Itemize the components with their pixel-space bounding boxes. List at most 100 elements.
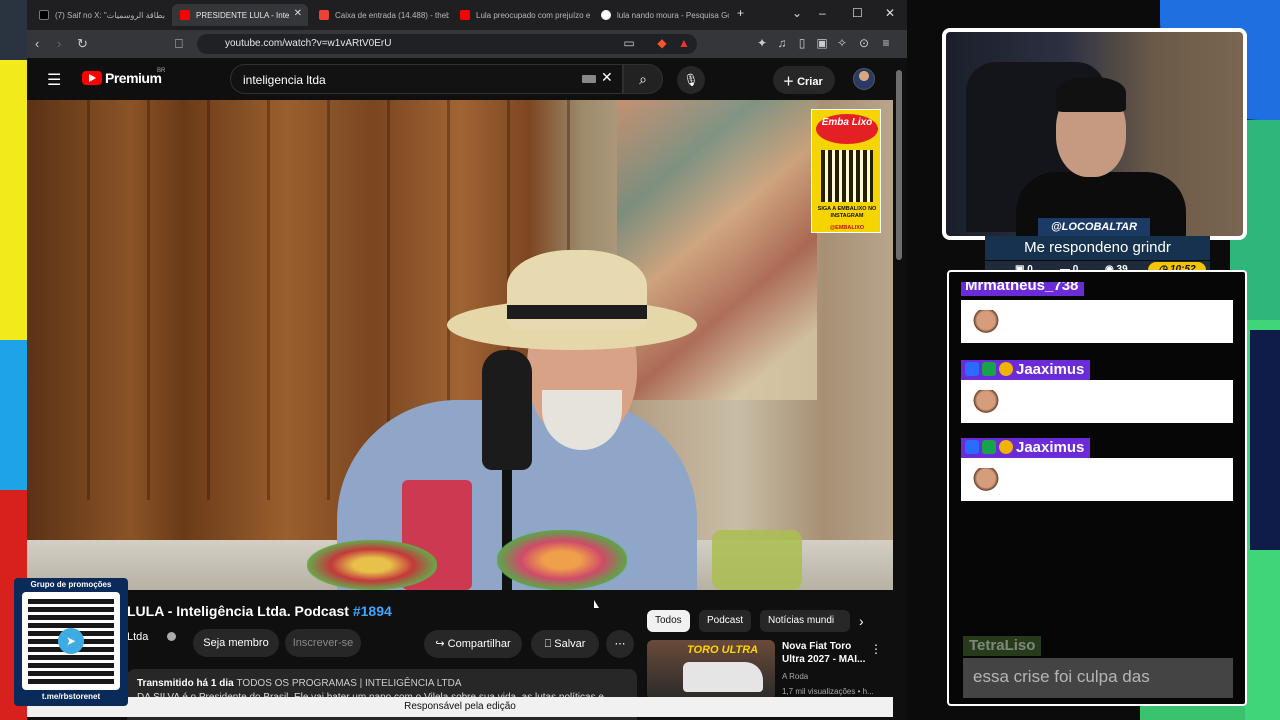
sponsor-logo: Emba Lixo: [816, 114, 878, 144]
youtube-icon: [460, 10, 470, 20]
rewards-icon[interactable]: ▲: [677, 36, 691, 50]
tab-gmail[interactable]: Caixa de entrada (14.488) - thebe: [311, 4, 449, 26]
candy-bowl: [497, 530, 627, 590]
share-button[interactable]: ↪ Compartilhar: [424, 630, 522, 658]
voice-search-button[interactable]: 🎙: [677, 66, 705, 94]
description-tags[interactable]: TODOS OS PROGRAMAS | INTELIGÊNCIA LTDA: [236, 678, 461, 689]
more-options-icon[interactable]: ⋮: [870, 642, 882, 656]
thumbnail-text: TORO ULTRA: [687, 644, 759, 656]
url-text: youtube.com/watch?v=w1vARtV0ErU: [225, 38, 392, 49]
chat-panel: Mrmatheus_738 Jaaximus Jaaximus TetraLis…: [947, 270, 1247, 706]
subscribe-button[interactable]: Inscrever-se: [285, 629, 361, 657]
chat-username: Jaaximus: [961, 438, 1091, 458]
chat-message: [961, 380, 1233, 423]
search-value: inteligencia ltda: [243, 73, 326, 87]
recommendation-title[interactable]: Nova Fiat Toro Ultra 2027 - MAI...: [782, 640, 872, 666]
chip-noticias[interactable]: Notícias mundi: [760, 610, 850, 632]
channel-name[interactable]: Ltda: [127, 631, 148, 643]
tab-youtube[interactable]: Lula preocupado com prejuízo e: [452, 4, 590, 26]
studio-microphone: [482, 350, 532, 470]
close-tab-icon[interactable]: ✕: [294, 8, 302, 19]
recommendation-thumbnail[interactable]: TORO ULTRA: [647, 640, 775, 700]
recommendation-channel[interactable]: A Roda: [782, 672, 808, 681]
webcam-frame: [942, 28, 1247, 240]
bookmark-icon: ⎕: [544, 638, 555, 650]
chip-todos[interactable]: Todos: [647, 610, 690, 632]
description-meta: Transmitido há 1 dia TODOS OS PROGRAMAS …: [137, 677, 627, 691]
leo-icon[interactable]: ✧: [835, 36, 849, 50]
chat-message: [961, 458, 1233, 501]
forward-icon[interactable]: ›: [57, 36, 61, 51]
tab-youtube-active[interactable]: PRESIDENTE LULA - Inte ✕: [172, 4, 308, 26]
plus-icon: ＋: [783, 76, 794, 88]
tab-x[interactable]: (7) Saif no X: "بطاقة الروسميات: [31, 4, 169, 26]
minimize-icon[interactable]: –: [819, 6, 826, 20]
tab-google[interactable]: lula nando moura - Pesquisa Go: [593, 4, 729, 26]
new-tab-button[interactable]: +: [737, 6, 744, 20]
verified-icon: [167, 632, 176, 641]
video-title-text: LULA - Inteligência Ltda. Podcast: [127, 603, 349, 619]
mouse-cursor-icon: [594, 600, 599, 608]
badge-icon: [999, 362, 1013, 376]
tab-label: Lula preocupado com prejuízo e: [476, 10, 590, 20]
tab-label: Caixa de entrada (14.488) - thebe: [335, 10, 449, 20]
search-input[interactable]: inteligencia ltda: [230, 64, 623, 94]
avatar[interactable]: [853, 68, 875, 90]
extensions-icon[interactable]: ✦: [755, 36, 769, 50]
promo-url: t.me/rbstorenet: [41, 692, 101, 701]
tab-bar: (7) Saif no X: "بطاقة الروسميات PRESIDEN…: [27, 0, 907, 30]
candy-bowl: [307, 540, 437, 590]
back-icon[interactable]: ‹: [35, 36, 39, 51]
keyboard-icon[interactable]: [582, 75, 596, 83]
emote-icon: [973, 390, 999, 416]
share-label: Compartilhar: [447, 638, 511, 650]
streamer-hair: [1056, 77, 1126, 112]
tab-label: lula nando moura - Pesquisa Go: [617, 10, 729, 20]
video-title: LULA - Inteligência Ltda. Podcast #1894: [127, 603, 392, 619]
hamburger-menu-icon[interactable]: ☰: [47, 70, 61, 90]
reload-icon[interactable]: ↻: [77, 36, 88, 52]
car-image: [683, 662, 763, 692]
scrollbar-thumb[interactable]: [896, 70, 902, 260]
maximize-icon[interactable]: ☐: [852, 6, 863, 20]
stream-date: Transmitido há 1 dia: [137, 678, 234, 689]
media-icon[interactable]: ♫: [775, 36, 789, 50]
more-actions-button[interactable]: ⋯: [606, 630, 634, 658]
sponsor-handle: @EMBALIXO: [829, 225, 865, 231]
menu-icon[interactable]: ≡: [879, 36, 893, 50]
editor-footer: Responsável pela edição: [27, 697, 893, 717]
chat-message-fading: essa crise foi culpa das: [963, 658, 1233, 698]
address-bar: ‹ › ↻ ⎕ youtube.com/watch?v=w1vARtV0ErU …: [27, 30, 907, 58]
video-player[interactable]: Emba Lixo SIGA A EMBALIXO NO INSTAGRAM @…: [27, 100, 893, 590]
badge-icon: [982, 362, 996, 376]
join-button[interactable]: Seja membro: [193, 629, 279, 657]
chevron-right-icon[interactable]: ›: [859, 613, 864, 629]
recommendation-meta: 1,7 mil visualizações • h...: [782, 687, 874, 696]
sidebar-icon[interactable]: ▯: [795, 36, 809, 50]
chip-podcast[interactable]: Podcast: [699, 610, 752, 632]
clear-search-icon[interactable]: ✕: [601, 69, 613, 86]
vpn-icon[interactable]: ⊙: [857, 36, 871, 50]
badge-icon: [999, 440, 1013, 454]
badge-icon: [965, 362, 979, 376]
cast-icon[interactable]: ▭: [622, 36, 636, 50]
youtube-logo-icon[interactable]: [82, 71, 102, 85]
painting: [617, 100, 817, 400]
premium-logo[interactable]: Premium: [105, 70, 162, 86]
save-button[interactable]: ⎕ Salvar: [531, 630, 599, 658]
tab-label: PRESIDENTE LULA - Inte: [196, 10, 290, 20]
emote-icon: [973, 468, 999, 494]
search-icon: ⌕: [639, 71, 647, 87]
video-hashtag[interactable]: #1894: [353, 603, 392, 619]
tab-list-icon[interactable]: ⌄: [792, 6, 802, 20]
chat-username-fading: TetraLiso: [963, 636, 1042, 656]
chat-username: Jaaximus: [961, 360, 1091, 380]
bookmark-icon[interactable]: ⎕: [175, 36, 183, 52]
create-button[interactable]: ＋ Criar: [773, 66, 835, 94]
wallet-icon[interactable]: ▣: [815, 36, 829, 50]
brave-shield-icon[interactable]: ◆: [655, 36, 669, 50]
search-button[interactable]: ⌕: [623, 64, 663, 94]
close-window-icon[interactable]: ✕: [885, 6, 895, 20]
hat-band: [507, 305, 647, 319]
browser-window: (7) Saif no X: "بطاقة الروسميات PRESIDEN…: [27, 0, 907, 720]
